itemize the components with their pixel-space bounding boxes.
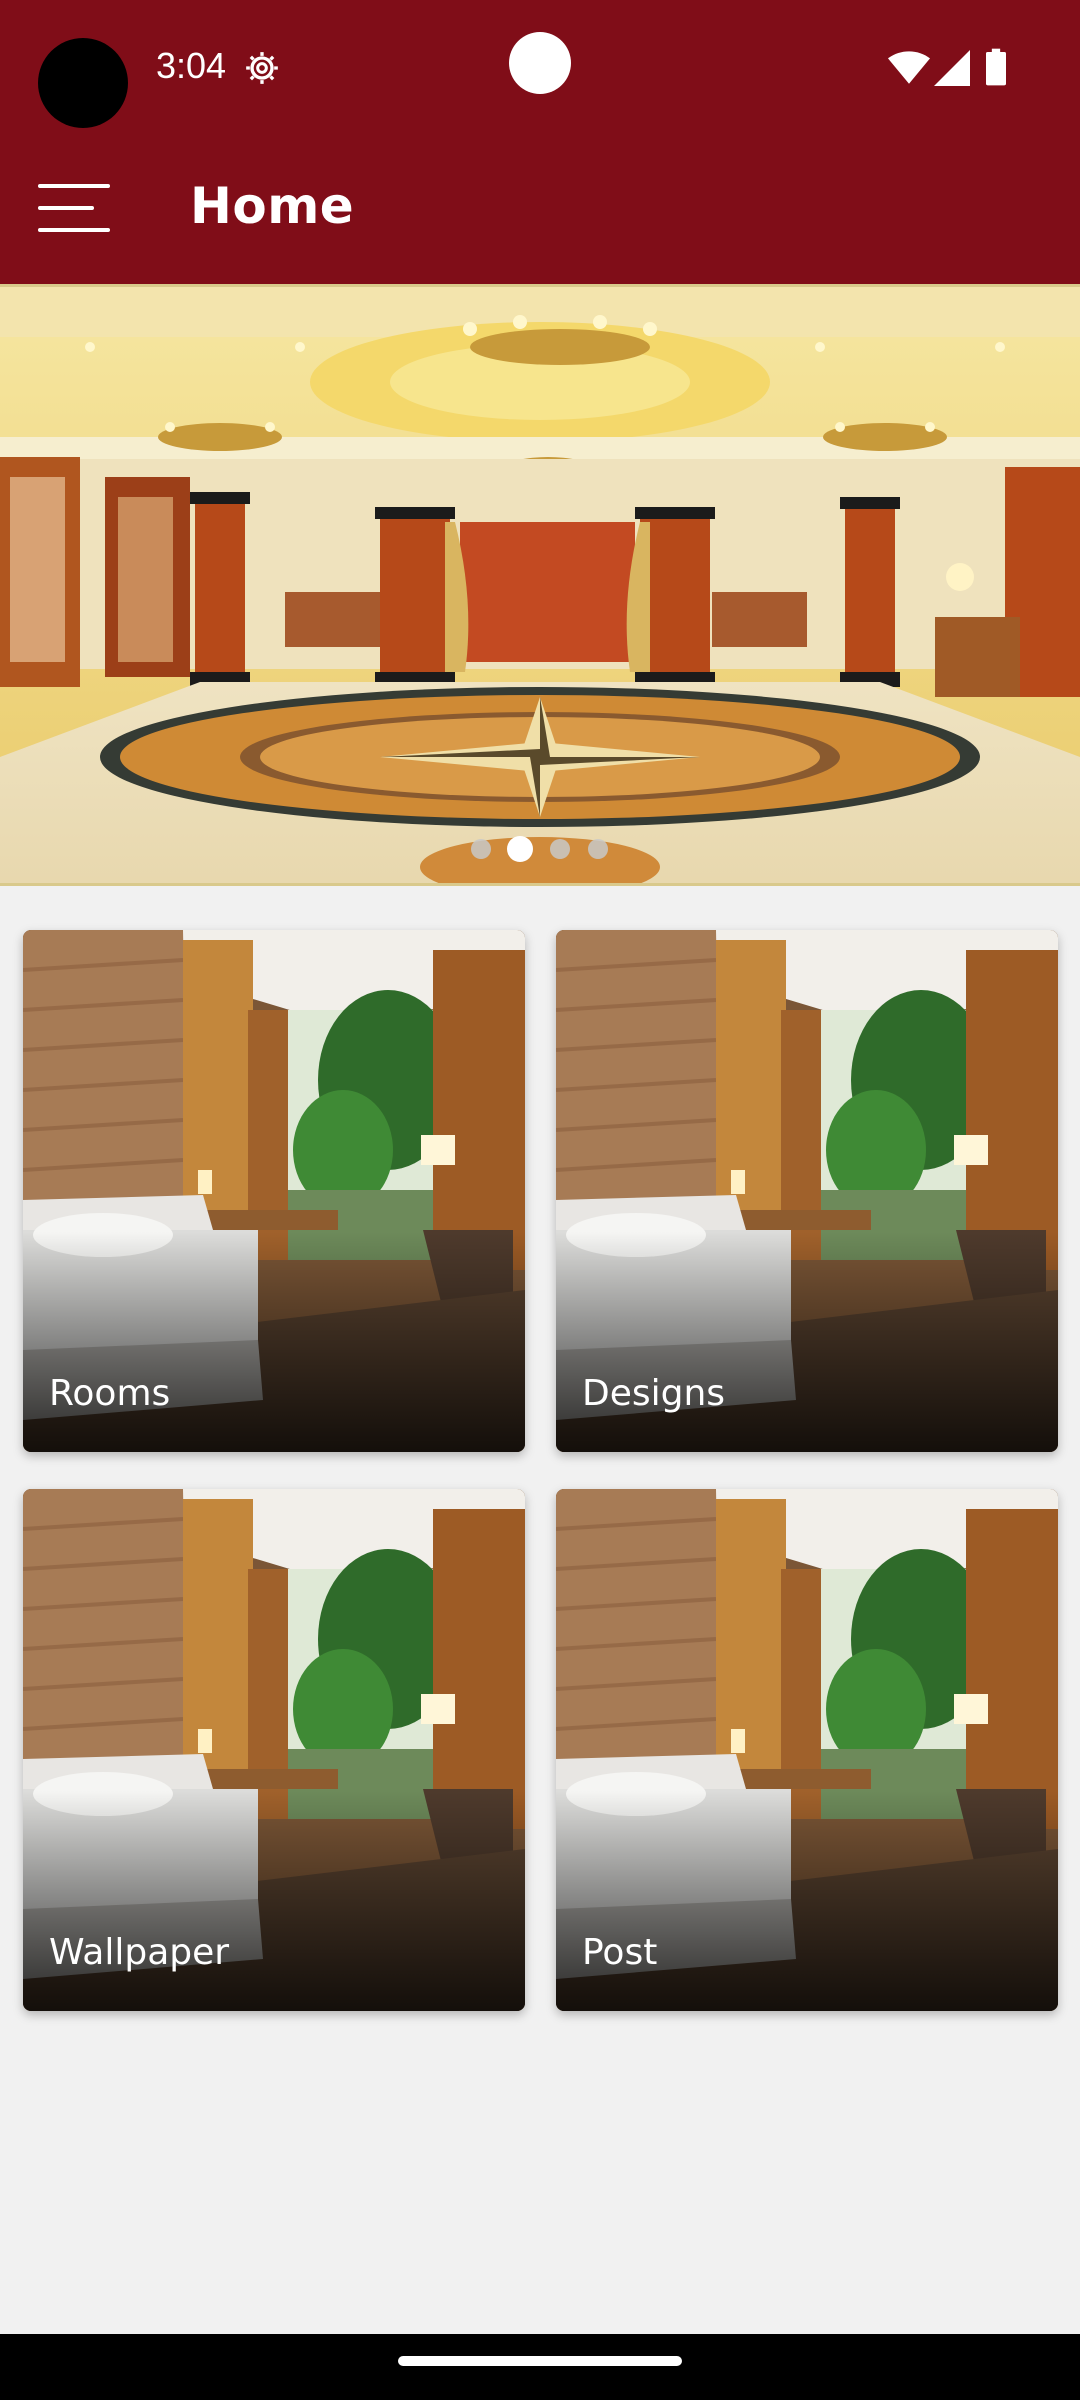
card-gradient xyxy=(556,1232,1058,1452)
card-label: Post xyxy=(582,1932,658,1973)
app-bar: 3:04 Home xyxy=(0,0,1080,284)
card-label: Wallpaper xyxy=(49,1932,230,1973)
system-nav-bar xyxy=(0,2334,1080,2400)
wifi-icon xyxy=(888,51,930,84)
page-title: Home xyxy=(190,177,355,235)
battery-icon xyxy=(986,48,1006,86)
status-time: 3:04 xyxy=(156,45,227,86)
settings-gear-icon xyxy=(246,52,278,84)
card-label: Designs xyxy=(582,1373,726,1414)
hamburger-menu-icon[interactable] xyxy=(38,182,110,234)
carousel-indicator xyxy=(0,836,1080,862)
carousel-dot-1[interactable] xyxy=(471,839,491,859)
card-gradient xyxy=(23,1791,525,2011)
card-gradient xyxy=(556,1791,1058,2011)
carousel-banner[interactable] xyxy=(0,284,1080,886)
card-label: Rooms xyxy=(49,1373,171,1414)
category-card-designs[interactable]: Designs xyxy=(556,930,1058,1452)
banquet-hall-image xyxy=(0,287,1080,883)
front-camera-dot xyxy=(509,32,571,94)
card-gradient xyxy=(23,1232,525,1452)
category-card-wallpaper[interactable]: Wallpaper xyxy=(23,1489,525,2011)
carousel-dot-4[interactable] xyxy=(588,839,608,859)
cellular-signal-icon xyxy=(934,50,970,86)
carousel-dot-3[interactable] xyxy=(550,839,570,859)
home-indicator[interactable] xyxy=(398,2356,682,2366)
category-card-rooms[interactable]: Rooms xyxy=(23,930,525,1452)
camera-cutout xyxy=(38,38,128,128)
carousel-dot-2[interactable] xyxy=(507,836,533,862)
category-card-post[interactable]: Post xyxy=(556,1489,1058,2011)
